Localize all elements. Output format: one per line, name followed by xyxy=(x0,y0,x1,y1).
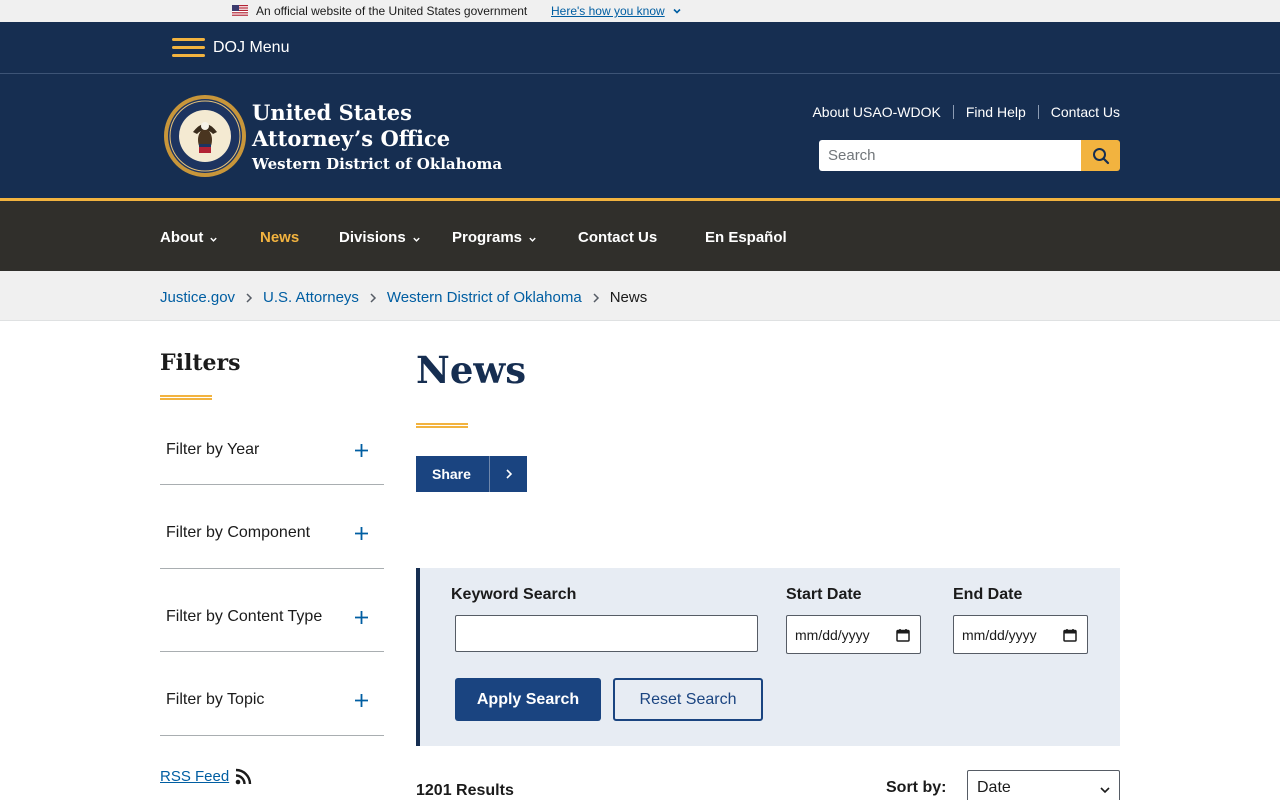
filter-by-topic[interactable]: Filter by Topic xyxy=(160,691,384,736)
rss-icon xyxy=(235,768,252,785)
nav-label: Divisions xyxy=(339,229,406,246)
main-nav: About News Divisions Programs Contact Us… xyxy=(0,198,1280,271)
site-title-line1: United States xyxy=(252,100,412,125)
search-panel: Keyword Search Start Date mm/dd/yyyy End… xyxy=(416,568,1120,746)
doj-menu-label: DOJ Menu xyxy=(213,39,290,56)
site-header: United States Attorney’s Office Western … xyxy=(0,74,1280,198)
plus-icon xyxy=(355,611,368,624)
doj-menu-bar: DOJ Menu xyxy=(0,22,1280,74)
divider xyxy=(1037,105,1039,119)
plus-icon xyxy=(355,444,368,457)
filter-label: Filter by Content Type xyxy=(166,608,323,625)
filter-by-component[interactable]: Filter by Component xyxy=(160,524,384,569)
filter-label: Filter by Component xyxy=(166,524,311,541)
doj-menu-button[interactable]: DOJ Menu xyxy=(172,34,289,62)
date-placeholder: mm/dd/yyyy xyxy=(795,626,870,643)
plus-icon xyxy=(355,694,368,707)
filter-by-year[interactable]: Filter by Year xyxy=(160,441,384,485)
sort-by-label: Sort by: xyxy=(886,779,947,796)
chevron-right-icon xyxy=(246,292,253,303)
page-title: News xyxy=(416,348,527,392)
contact-us-link[interactable]: Contact Us xyxy=(1051,104,1120,120)
start-date-label: Start Date xyxy=(786,586,862,603)
find-help-link[interactable]: Find Help xyxy=(966,104,1026,120)
breadcrumb-bar: Justice.gov U.S. Attorneys Western Distr… xyxy=(0,271,1280,321)
rss-feed-label: RSS Feed xyxy=(160,768,230,785)
utility-links: About USAO-WDOK Find Help Contact Us xyxy=(812,104,1120,120)
chevron-right-icon xyxy=(490,468,527,480)
filters-heading: Filters xyxy=(160,350,241,376)
search-icon xyxy=(1092,147,1109,164)
nav-item-news[interactable]: News xyxy=(260,229,299,246)
chevron-down-icon xyxy=(210,237,218,242)
divider xyxy=(952,105,954,119)
nav-item-programs[interactable]: Programs xyxy=(452,229,537,246)
rss-feed-link[interactable]: RSS Feed xyxy=(160,768,252,785)
end-date-input[interactable]: mm/dd/yyyy xyxy=(953,615,1088,654)
chevron-down-icon xyxy=(1100,787,1110,794)
keyword-search-input[interactable] xyxy=(455,615,758,652)
nav-label: En Español xyxy=(705,229,787,246)
breadcrumb-us-attorneys[interactable]: U.S. Attorneys xyxy=(263,289,359,306)
breadcrumb-western-district[interactable]: Western District of Oklahoma xyxy=(387,289,582,306)
doj-seal-logo[interactable] xyxy=(163,94,247,178)
sort-by-select[interactable]: Date xyxy=(967,770,1120,800)
gov-banner-text: An official website of the United States… xyxy=(256,4,528,18)
breadcrumb-justice-gov[interactable]: Justice.gov xyxy=(160,289,235,306)
share-label: Share xyxy=(432,466,471,482)
calendar-icon[interactable] xyxy=(1063,628,1077,642)
search-button[interactable] xyxy=(1081,140,1120,171)
chevron-right-icon xyxy=(370,292,376,303)
date-placeholder: mm/dd/yyyy xyxy=(962,626,1037,643)
plus-icon xyxy=(355,527,368,540)
site-title[interactable]: United States Attorney’s Office Western … xyxy=(252,100,502,175)
nav-label: Contact Us xyxy=(578,229,658,246)
calendar-icon[interactable] xyxy=(896,628,910,642)
nav-item-divisions[interactable]: Divisions xyxy=(339,229,421,246)
how-you-know-link[interactable]: Here's how you know xyxy=(551,4,665,18)
chevron-down-icon xyxy=(412,237,420,242)
reset-search-button[interactable]: Reset Search xyxy=(613,678,763,721)
keyword-search-label: Keyword Search xyxy=(451,586,577,603)
share-button[interactable]: Share xyxy=(416,456,527,492)
nav-label: About xyxy=(160,229,204,246)
start-date-input[interactable]: mm/dd/yyyy xyxy=(786,615,921,654)
results-count: 1201 Results xyxy=(416,782,514,799)
filter-by-content-type[interactable]: Filter by Content Type xyxy=(160,608,384,652)
nav-label: News xyxy=(260,229,300,246)
chevron-right-icon xyxy=(593,292,599,303)
chevron-down-icon xyxy=(529,237,536,242)
hamburger-icon xyxy=(172,36,205,60)
apply-search-button[interactable]: Apply Search xyxy=(455,678,601,721)
site-title-line2: Attorney’s Office xyxy=(252,126,451,151)
sort-value: Date xyxy=(977,779,1011,796)
gov-banner: An official website of the United States… xyxy=(0,0,1280,22)
breadcrumb-current: News xyxy=(609,289,648,306)
about-usao-link[interactable]: About USAO-WDOK xyxy=(812,104,940,120)
search-input[interactable] xyxy=(819,140,1081,171)
chevron-down-icon[interactable] xyxy=(672,6,682,16)
us-flag-icon xyxy=(232,5,248,16)
nav-item-contact-us[interactable]: Contact Us xyxy=(578,229,657,246)
title-underline xyxy=(416,423,468,428)
heading-underline xyxy=(160,395,212,400)
site-subtitle: Western District of Oklahoma xyxy=(252,155,503,173)
filter-label: Filter by Topic xyxy=(166,691,265,708)
nav-label: Programs xyxy=(452,229,523,246)
nav-item-about[interactable]: About xyxy=(160,229,218,246)
nav-item-espanol[interactable]: En Español xyxy=(705,229,787,246)
filter-label: Filter by Year xyxy=(166,441,260,458)
breadcrumb: Justice.gov U.S. Attorneys Western Distr… xyxy=(160,289,647,306)
end-date-label: End Date xyxy=(953,586,1023,603)
